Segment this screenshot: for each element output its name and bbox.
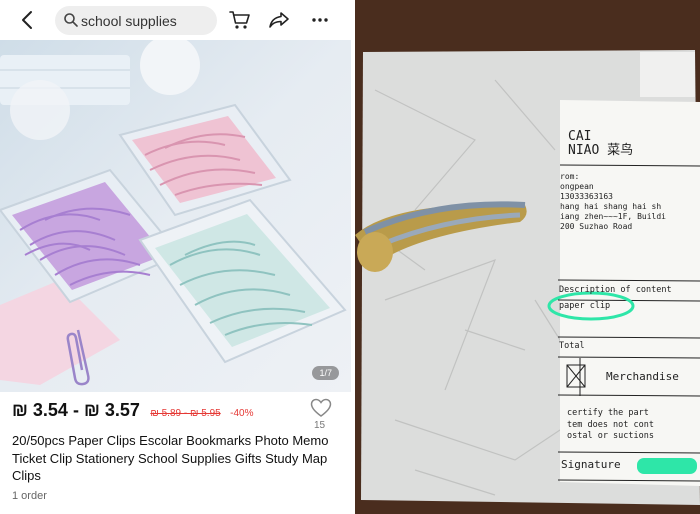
share-icon[interactable] [268,11,290,29]
back-arrow-icon[interactable] [18,9,38,31]
signature-label: Signature [561,458,621,471]
address-line: hang hai shang hai sh [560,202,662,211]
product-listing-screenshot: school supplies 1/7 ₪ 3.54 - ₪ 3.57 ₪ 5.… [0,0,351,514]
certify-line: tem does not cont [567,419,654,430]
search-input[interactable]: school supplies [55,6,217,35]
more-options-icon[interactable] [310,10,330,30]
image-counter: 1/7 [312,366,339,380]
description-value: paper clip [559,301,611,311]
logo-cainiao: CAI NIAO 菜鸟 [568,130,638,158]
package-photo: CAI NIAO 菜鸟 rom: ongpean 13033363163 han… [355,0,700,514]
price: ₪ 3.54 - ₪ 3.57 [12,400,140,420]
certify-line: certify the part [567,408,649,418]
search-icon [64,13,78,27]
search-query-text: school supplies [81,13,177,29]
wishlist-count: 15 [314,420,326,431]
merchandise-label: Merchandise [606,370,679,383]
description-label: Description of content [559,285,672,295]
heart-icon[interactable] [310,398,332,418]
product-image[interactable]: 1/7 [0,40,351,392]
address-line: 13033363163 [560,192,613,201]
original-price: ₪ 5.89 - ₪ 5.95 [150,408,221,419]
top-navigation-bar: school supplies [0,0,351,40]
discount-badge: -40% [230,408,254,419]
logo-line-2: NIAO 菜鸟 [568,143,634,158]
address-line: ongpean [560,182,594,191]
product-title: 20/50pcs Paper Clips Escolar Bookmarks P… [12,433,329,483]
logo-line-1: CAI [568,129,592,144]
paper-clips-photo [0,40,351,392]
cart-icon[interactable] [229,10,251,30]
address-line: rom: [560,172,580,181]
certification-text: certify the part tem does not cont ostal… [567,408,700,443]
sender-address: rom: ongpean 13033363163 hang hai shang … [560,172,700,232]
address-line: iang zhen~~~1F, Buildi [560,212,666,221]
order-count: 1 order [12,490,47,502]
price-row: ₪ 3.54 - ₪ 3.57 ₪ 5.89 - ₪ 5.95 -40% [12,400,312,426]
address-line: 200 Suzhao Road [560,222,633,231]
certify-line: ostal or suctions [567,431,654,441]
total-label: Total [559,341,585,351]
